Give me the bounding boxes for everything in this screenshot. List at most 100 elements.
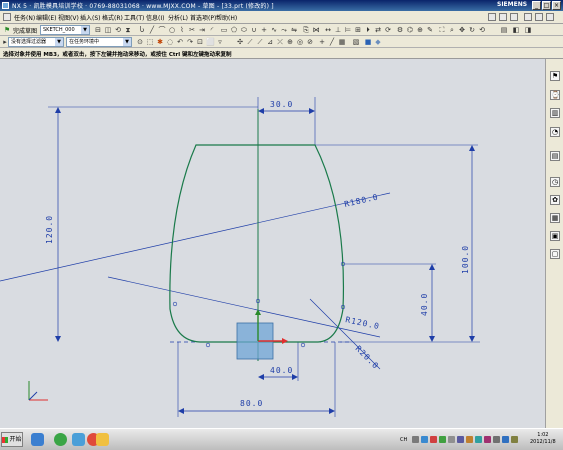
solid-cube-icon[interactable]: ■	[364, 38, 372, 46]
inferred-dimension-icon[interactable]: ↔	[324, 26, 332, 34]
sketch-style-icon[interactable]: ✎	[426, 26, 434, 34]
dim-right-height[interactable]: 100.0	[461, 245, 470, 274]
finish-sketch-icon[interactable]: ⚑	[3, 26, 11, 34]
show-constraints-icon[interactable]: ⊞	[354, 26, 362, 34]
window-minimize-icon[interactable]	[524, 13, 532, 21]
tray-app-icon[interactable]	[466, 436, 473, 443]
quicklaunch-folder-icon[interactable]	[96, 433, 109, 446]
rotate-icon[interactable]: ↻	[468, 26, 476, 34]
quick-trim-icon[interactable]: ✂	[188, 26, 196, 34]
dim-arc-mid[interactable]: R120.0	[345, 315, 381, 331]
sketch-canvas[interactable]: 30.0 120.0 R180.0 100.0 40.0 R120.0 R20.…	[0, 59, 545, 428]
mirror-curve-icon[interactable]: ⇋	[290, 26, 298, 34]
sketch-name-select[interactable]: SKETCH_000 ▼	[40, 25, 90, 35]
arc-icon[interactable]: ⌒	[158, 26, 166, 34]
refresh-icon[interactable]: ⟲	[478, 26, 486, 34]
convert-reference-icon[interactable]: ⇄	[374, 26, 382, 34]
auto-constrain-icon[interactable]: ⊨	[344, 26, 352, 34]
offset-curve-icon[interactable]: ⤳	[280, 26, 288, 34]
web-browser-icon[interactable]: ◷	[550, 177, 560, 187]
constraint-marker[interactable]	[300, 342, 306, 348]
open-icon[interactable]	[499, 13, 507, 21]
redo-icon[interactable]: ↷	[186, 38, 194, 46]
chevron-down-icon[interactable]: ▼	[55, 38, 63, 46]
fit-view-icon[interactable]: ⛶	[438, 26, 446, 34]
control-point-icon[interactable]: ⊿	[266, 38, 274, 46]
polygon-icon[interactable]: ⬠	[230, 26, 238, 34]
tray-volume-icon[interactable]	[448, 436, 455, 443]
project-curve-icon[interactable]: ⎘	[302, 26, 310, 34]
delay-eval-icon[interactable]: ⧗	[124, 26, 132, 34]
ime-indicator[interactable]: CH	[400, 437, 407, 443]
process-studio-icon[interactable]: ▣	[550, 231, 560, 241]
reattach-icon[interactable]: ◫	[104, 26, 112, 34]
continuous-auto-dim-icon[interactable]: ⊕	[416, 26, 424, 34]
point-constructor-icon[interactable]: +	[318, 38, 326, 46]
tray-network-icon[interactable]	[412, 436, 419, 443]
dim-fillet[interactable]: R20.0	[354, 344, 381, 371]
dim-top-width[interactable]: 30.0	[270, 100, 293, 109]
quadrant-point-icon[interactable]: ◎	[296, 38, 304, 46]
rectangle-select-icon[interactable]: ⬜	[206, 38, 215, 46]
point-on-face-icon[interactable]: ╱	[328, 38, 336, 46]
dim-half-base[interactable]: 40.0	[270, 366, 293, 375]
shaded-icon[interactable]: ◧	[512, 26, 520, 34]
constraint-marker[interactable]	[172, 301, 178, 307]
history-palette-icon[interactable]: ✿	[550, 195, 560, 205]
point-icon[interactable]: +	[260, 26, 268, 34]
selection-scope-select[interactable]: 在任务环境中 ▼	[66, 37, 132, 47]
dim-overall-height[interactable]: 120.0	[45, 215, 54, 244]
menu-preferences[interactable]: 首选项(P)	[190, 13, 216, 22]
tray-chat-icon[interactable]	[439, 436, 446, 443]
dim-arc-large[interactable]: R180.0	[343, 192, 379, 209]
menu-format[interactable]: 格式(R)	[102, 13, 123, 22]
inference-icon[interactable]: ⊡	[196, 38, 204, 46]
chevron-down-icon[interactable]: ▼	[123, 38, 131, 46]
select-feature-icon[interactable]: ✱	[156, 38, 164, 46]
ellipse-icon[interactable]: ⬭	[240, 26, 248, 34]
menu-information[interactable]: 信息(I)	[146, 13, 164, 22]
shaded-view-icon[interactable]: ▧	[352, 38, 360, 46]
dim-right-lower[interactable]: 40.0	[420, 293, 429, 316]
reuse-library-icon[interactable]: ▤	[550, 151, 560, 161]
tray-bluetooth-icon[interactable]	[502, 436, 509, 443]
zoom-icon[interactable]: ⌕	[448, 26, 456, 34]
quick-extend-icon[interactable]: ⇥	[198, 26, 206, 34]
menu-edit[interactable]: 编辑(E)	[36, 13, 56, 22]
derived-lines-icon[interactable]: ⌇	[178, 26, 186, 34]
rectangle-icon[interactable]: ▭	[220, 26, 228, 34]
snap-point-icon[interactable]: ⊙	[136, 38, 144, 46]
intersection-curve-icon[interactable]: ⋈	[312, 26, 320, 34]
lasso-select-icon[interactable]: ▿	[216, 38, 224, 46]
inferred-constraints-icon[interactable]: ⚙	[396, 26, 404, 34]
part-navigator-icon[interactable]: ◔	[550, 127, 560, 137]
view-cube-icon[interactable]: ◆	[374, 38, 382, 46]
profile-icon[interactable]: Ⴑ	[138, 26, 146, 34]
intersection-point-icon[interactable]: ⤫	[276, 38, 284, 46]
start-menu-icon[interactable]	[3, 13, 11, 21]
create-inferred-icon[interactable]: ⌬	[406, 26, 414, 34]
alternate-solution-icon[interactable]: ⟳	[384, 26, 392, 34]
graphics-window[interactable]: 30.0 120.0 R180.0 100.0 40.0 R120.0 R20.…	[0, 59, 545, 428]
minimize-button[interactable]: _	[532, 1, 541, 10]
tray-update-icon[interactable]	[421, 436, 428, 443]
roles-palette-icon[interactable]: ▢	[550, 249, 560, 259]
system-materials-icon[interactable]: ▦	[550, 213, 560, 223]
new-icon[interactable]	[488, 13, 496, 21]
window-restore-icon[interactable]	[535, 13, 543, 21]
history-icon[interactable]: ⌚	[550, 90, 560, 100]
arc-center-icon[interactable]: ⊕	[286, 38, 294, 46]
assembly-navigator-icon[interactable]: ▥	[550, 108, 560, 118]
menu-analysis[interactable]: 分析(L)	[168, 13, 188, 22]
orient-view-icon[interactable]: ⊟	[94, 26, 102, 34]
window-close-icon[interactable]	[546, 13, 554, 21]
maximize-button[interactable]: □	[542, 1, 551, 10]
existing-point-icon[interactable]: ✣	[236, 38, 244, 46]
circle-icon[interactable]: ○	[168, 26, 176, 34]
menu-task[interactable]: 任务(N)	[14, 13, 35, 22]
system-clock[interactable]: 1:02 2012/11/8	[530, 432, 556, 446]
line-icon[interactable]: ╱	[148, 26, 156, 34]
tray-sync-icon[interactable]	[475, 436, 482, 443]
conic-icon[interactable]: ∪	[250, 26, 258, 34]
wireframe-icon[interactable]: ◨	[524, 26, 532, 34]
